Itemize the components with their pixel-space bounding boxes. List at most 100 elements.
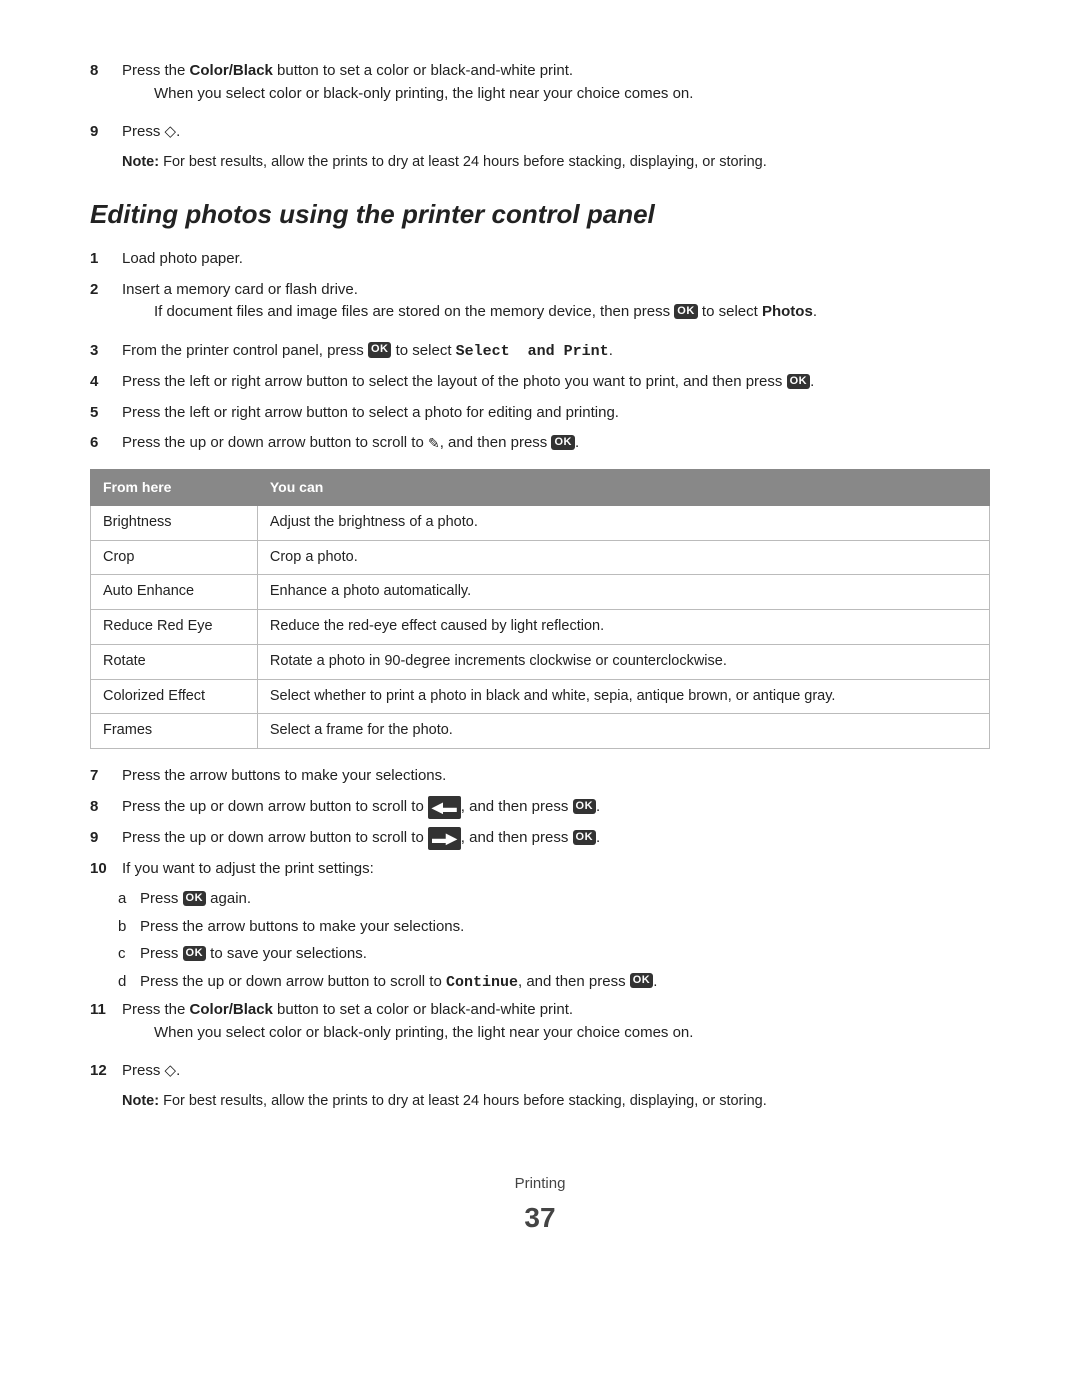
sub-step-letter: a <box>118 888 140 911</box>
step-number: 12 <box>90 1060 122 1083</box>
step-number: 1 <box>90 248 122 271</box>
step-content: Press the Color/Black button to set a co… <box>122 60 990 113</box>
step-text: Press OK again. <box>140 890 251 907</box>
step-text: Press OK to save your selections. <box>140 945 367 962</box>
step-content: Press the up or down arrow button to scr… <box>122 827 990 850</box>
ok-badge: OK <box>787 374 811 389</box>
arrow-right-icon: ▬▶ <box>428 827 461 850</box>
step-content: Press the up or down arrow button to scr… <box>122 796 990 819</box>
section-heading: Editing photos using the printer control… <box>90 195 990 234</box>
sub-step-c: c Press OK to save your selections. <box>90 943 990 966</box>
step-number: 8 <box>90 60 122 83</box>
step-text: Load photo paper. <box>122 250 243 267</box>
top-step-8: 8 Press the Color/Black button to set a … <box>90 60 990 113</box>
step-number: 3 <box>90 340 122 363</box>
step-content: Press OK to save your selections. <box>140 943 990 966</box>
ok-badge: OK <box>183 946 207 961</box>
table-cell-from: Reduce Red Eye <box>91 610 258 645</box>
table-cell-can: Crop a photo. <box>257 540 989 575</box>
step-content: If you want to adjust the print settings… <box>122 858 990 881</box>
step-1: 1 Load photo paper. <box>90 248 990 271</box>
top-note: Note: For best results, allow the prints… <box>90 152 990 174</box>
table-cell-can: Select whether to print a photo in black… <box>257 679 989 714</box>
step-number: 11 <box>90 999 122 1022</box>
table-row: Brightness Adjust the brightness of a ph… <box>91 505 990 540</box>
ok-badge: OK <box>573 799 597 814</box>
table-header-from: From here <box>91 469 258 505</box>
table-cell-can: Reduce the red-eye effect caused by ligh… <box>257 610 989 645</box>
step-6: 6 Press the up or down arrow button to s… <box>90 432 990 455</box>
step-text: Press the Color/Black button to set a co… <box>122 62 573 79</box>
page-footer: Printing 37 <box>90 1173 990 1240</box>
table-row: Auto Enhance Enhance a photo automatical… <box>91 575 990 610</box>
ok-badge: OK <box>368 342 392 357</box>
editing-options-table: From here You can Brightness Adjust the … <box>90 469 990 749</box>
footer-label: Printing <box>515 1175 566 1192</box>
arrow-left-icon: ◀▬ <box>428 796 461 819</box>
step-number: 7 <box>90 765 122 788</box>
ok-badge: OK <box>551 435 575 450</box>
step-text: Press the Color/Black button to set a co… <box>122 1001 573 1018</box>
step-text: Press the arrow buttons to make your sel… <box>122 767 446 784</box>
step-2: 2 Insert a memory card or flash drive. I… <box>90 279 990 332</box>
top-step-9: 9 Press ◇. <box>90 121 990 144</box>
table-cell-from: Frames <box>91 714 258 749</box>
table-cell-from: Rotate <box>91 644 258 679</box>
table-row: Frames Select a frame for the photo. <box>91 714 990 749</box>
note-text: Note: For best results, allow the prints… <box>122 1093 767 1109</box>
table-cell-from: Brightness <box>91 505 258 540</box>
pencil-icon: ✎ <box>428 433 440 454</box>
step-number: 9 <box>90 827 122 850</box>
step-text: Press the left or right arrow button to … <box>122 404 619 421</box>
indent-text: If document files and image files are st… <box>122 301 990 324</box>
indent-text: When you select color or black-only prin… <box>122 83 990 106</box>
sub-step-letter: b <box>118 916 140 939</box>
sub-step-b: b Press the arrow buttons to make your s… <box>90 916 990 939</box>
table-cell-from: Colorized Effect <box>91 679 258 714</box>
step-content: Press ◇. <box>122 121 990 144</box>
step-content: Insert a memory card or flash drive. If … <box>122 279 990 332</box>
step-4: 4 Press the left or right arrow button t… <box>90 371 990 394</box>
step-11: 11 Press the Color/Black button to set a… <box>90 999 990 1052</box>
step-content: Press the Color/Black button to set a co… <box>122 999 990 1052</box>
table-cell-can: Adjust the brightness of a photo. <box>257 505 989 540</box>
step-number: 10 <box>90 858 122 881</box>
bottom-note: Note: For best results, allow the prints… <box>90 1091 990 1113</box>
step-content: Press the arrow buttons to make your sel… <box>140 916 990 939</box>
step-content: Load photo paper. <box>122 248 990 271</box>
table-cell-from: Auto Enhance <box>91 575 258 610</box>
step-text: Press the up or down arrow button to scr… <box>140 973 657 990</box>
table-cell-can: Enhance a photo automatically. <box>257 575 989 610</box>
ok-badge: OK <box>674 304 698 319</box>
ok-badge: OK <box>630 973 654 988</box>
note-text: Note: For best results, allow the prints… <box>122 154 767 170</box>
step-content: Press the up or down arrow button to scr… <box>122 432 990 455</box>
sub-step-a: a Press OK again. <box>90 888 990 911</box>
step-number: 9 <box>90 121 122 144</box>
step-12: 12 Press ◇. <box>90 1060 990 1083</box>
ok-badge: OK <box>183 891 207 906</box>
step-content: Press the up or down arrow button to scr… <box>140 971 990 995</box>
sub-step-d: d Press the up or down arrow button to s… <box>90 971 990 995</box>
table-row: Rotate Rotate a photo in 90-degree incre… <box>91 644 990 679</box>
table-cell-can: Rotate a photo in 90-degree increments c… <box>257 644 989 679</box>
step-text: From the printer control panel, press OK… <box>122 342 613 359</box>
mono-text: Continue <box>446 974 518 991</box>
sub-step-letter: c <box>118 943 140 966</box>
step-content: Press the left or right arrow button to … <box>122 402 990 425</box>
step-content: Press the left or right arrow button to … <box>122 371 990 394</box>
step-text: Press the up or down arrow button to scr… <box>122 798 600 815</box>
step-number: 5 <box>90 402 122 425</box>
step-text: Press ◇. <box>122 1062 180 1079</box>
step-text: Press ◇. <box>122 123 180 140</box>
step-text: Press the up or down arrow button to scr… <box>122 434 579 451</box>
step-text: Press the up or down arrow button to scr… <box>122 829 600 846</box>
step-number: 4 <box>90 371 122 394</box>
step-number: 2 <box>90 279 122 302</box>
page-number: 37 <box>90 1197 990 1239</box>
table-row: Colorized Effect Select whether to print… <box>91 679 990 714</box>
step-text: Press the arrow buttons to make your sel… <box>140 918 464 935</box>
step-7: 7 Press the arrow buttons to make your s… <box>90 765 990 788</box>
table-row: Crop Crop a photo. <box>91 540 990 575</box>
step-text: If you want to adjust the print settings… <box>122 860 374 877</box>
